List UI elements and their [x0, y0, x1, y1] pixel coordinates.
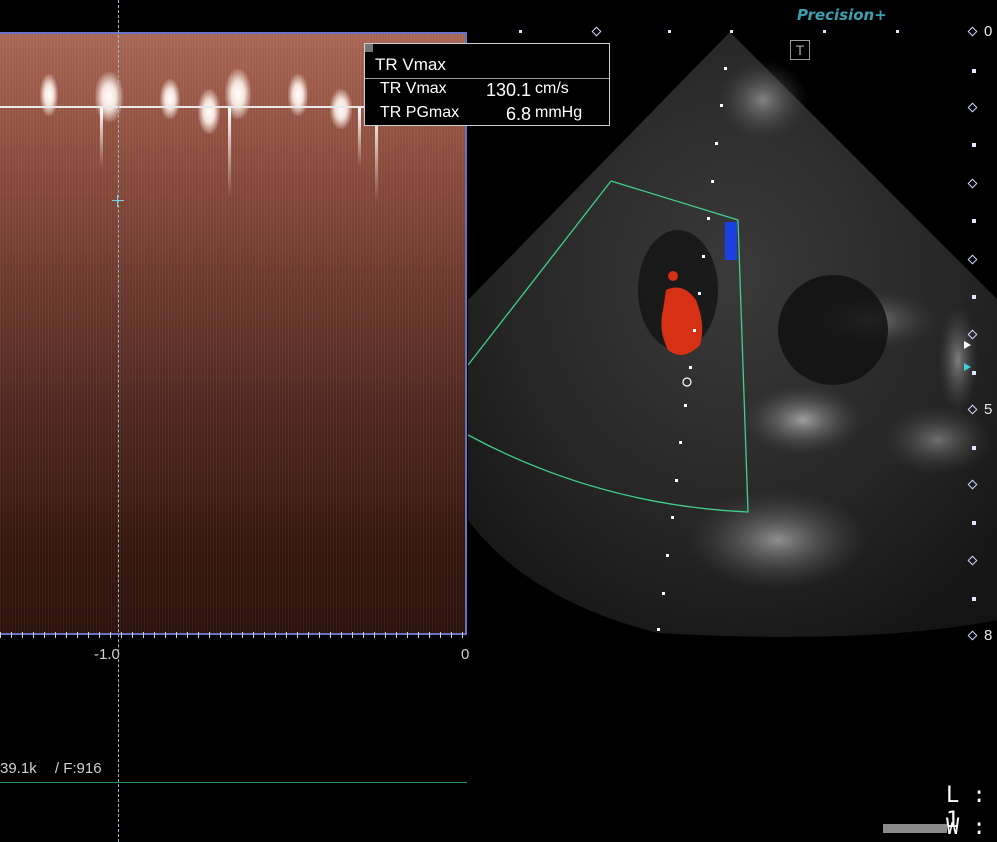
measurement-value: 130.1: [485, 80, 531, 100]
frame-readout: / F:916: [54, 760, 102, 777]
spectrum-peak: [330, 89, 352, 129]
measurement-unit: mmHg: [535, 104, 583, 121]
measurement-value: 6.8: [505, 104, 531, 124]
pericardium-echo: [938, 305, 978, 415]
wall-echo: [688, 490, 868, 590]
chamber: [778, 275, 888, 385]
valve-echo: [743, 385, 863, 455]
top-dots: [519, 30, 899, 33]
depth-minor-mark: [972, 446, 976, 450]
depth-minor-mark: [972, 143, 976, 147]
depth-minor-mark: [972, 371, 976, 375]
depth-label: 8: [984, 627, 993, 644]
measurement-label: TR PGmax: [380, 104, 460, 121]
spectrum-peak: [40, 74, 58, 116]
depth-minor-mark: [972, 597, 976, 601]
spectrum-peak: [288, 74, 308, 116]
depth-label: 5: [984, 401, 993, 418]
time-axis-ticks: [0, 632, 467, 638]
spectrum-spike: [228, 108, 231, 198]
depth-minor-mark: [972, 219, 976, 223]
width-readout: W :: [946, 815, 986, 840]
measurement-unit: cm/s: [535, 80, 569, 97]
depth-label: 0: [984, 23, 993, 40]
measurement-label: TR Vmax: [380, 80, 447, 97]
flow-blue: [725, 222, 737, 260]
depth-minor-mark: [972, 295, 976, 299]
frequency-readout: 39.1k / F:916: [0, 760, 102, 777]
time-tick-label: -1.0: [94, 646, 120, 663]
measurement-title: TR Vmax: [375, 55, 446, 74]
scale-readout: 39.1k: [0, 760, 37, 777]
depth-minor-mark: [972, 521, 976, 525]
time-cursor-line[interactable]: [118, 0, 119, 842]
measurement-box-corner: [365, 44, 373, 52]
posterior-echo: [883, 405, 993, 475]
flow-red: [668, 271, 678, 281]
measurement-box[interactable]: TR Vmax TR Vmax 130.1 cm/s TR PGmax 6.8 …: [364, 43, 610, 126]
measurement-row: TR PGmax 6.8 mmHg: [365, 104, 609, 126]
spectrum-spike: [358, 108, 361, 168]
time-tick-label: 0: [461, 646, 470, 663]
measurement-row: TR Vmax 130.1 cm/s: [365, 80, 609, 102]
spectrum-peak: [160, 79, 180, 119]
near-field: [718, 60, 808, 140]
spectrum-spike: [100, 108, 103, 168]
t-badge-icon[interactable]: T: [790, 40, 810, 60]
depth-minor-mark: [972, 69, 976, 73]
window-width-bar[interactable]: [883, 824, 947, 833]
crosshair-icon[interactable]: [112, 195, 124, 207]
measurement-divider: [365, 78, 609, 79]
brand-logo: Precision+: [797, 6, 887, 24]
spectrum-peak: [198, 89, 220, 134]
footer-divider: [0, 782, 467, 783]
